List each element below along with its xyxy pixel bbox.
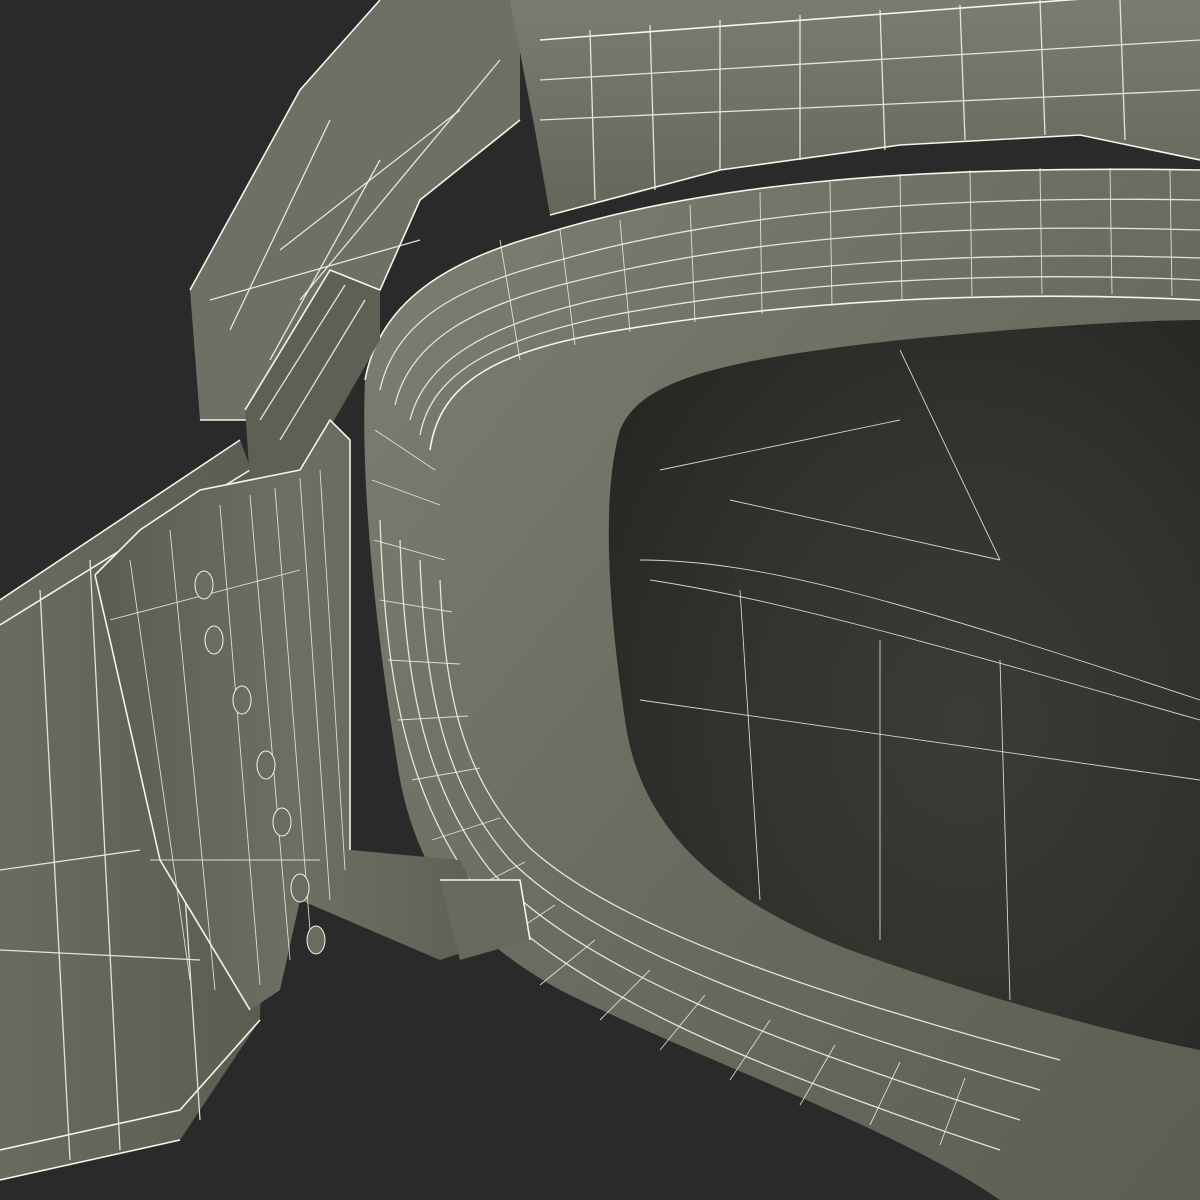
wireframe-scene [0, 0, 1200, 1200]
